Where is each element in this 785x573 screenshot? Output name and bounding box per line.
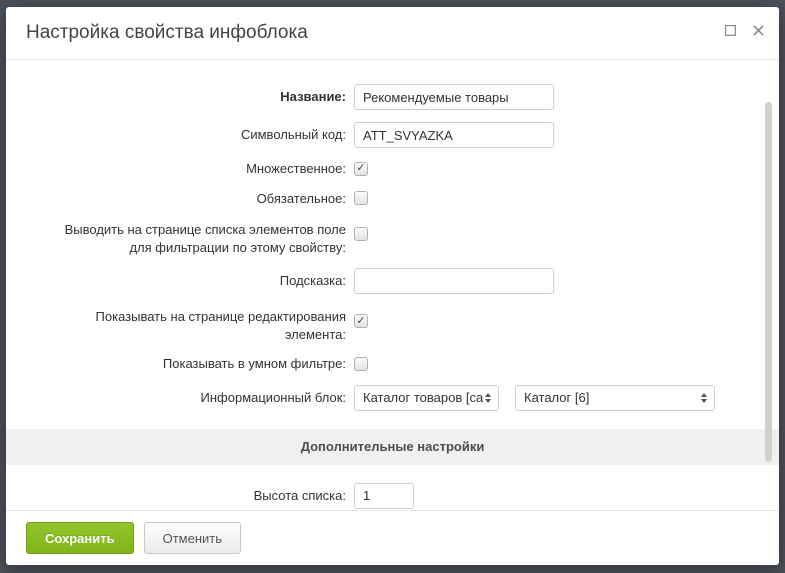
input-list-height[interactable] bbox=[354, 483, 414, 509]
select-iblock-value: Каталог [6] bbox=[524, 390, 589, 405]
row-required: Обязательное: bbox=[46, 190, 739, 208]
dialog-title: Настройка свойства инфоблока bbox=[26, 22, 308, 44]
row-multiple: Множественное: bbox=[46, 160, 739, 178]
label-smart-filter: Показывать в умном фильтре: bbox=[46, 355, 354, 373]
label-list-height: Высота списка: bbox=[46, 487, 354, 505]
label-show-on-edit: Показывать на странице редактирования эл… bbox=[46, 306, 354, 343]
row-hint: Подсказка: bbox=[46, 268, 739, 294]
label-required: Обязательное: bbox=[46, 190, 354, 208]
row-smart-filter: Показывать в умном фильтре: bbox=[46, 355, 739, 373]
input-hint[interactable] bbox=[354, 268, 554, 294]
row-name: Название: bbox=[46, 84, 739, 110]
scrollbar[interactable] bbox=[765, 102, 772, 462]
cancel-button[interactable]: Отменить bbox=[144, 522, 241, 554]
label-hint: Подсказка: bbox=[46, 272, 354, 290]
save-button[interactable]: Сохранить bbox=[26, 522, 134, 554]
title-bar: Настройка свойства инфоблока bbox=[6, 7, 779, 60]
checkbox-multiple[interactable] bbox=[354, 162, 368, 176]
dialog-footer: Сохранить Отменить bbox=[6, 510, 779, 565]
checkbox-required[interactable] bbox=[354, 191, 368, 205]
maximize-icon[interactable] bbox=[723, 23, 737, 37]
row-code: Символьный код: bbox=[46, 122, 739, 148]
input-code[interactable] bbox=[354, 122, 554, 148]
row-iblock: Информационный блок: Каталог товаров [ca… bbox=[46, 385, 739, 411]
select-iblock-type[interactable]: Каталог товаров [ca bbox=[354, 385, 499, 411]
label-iblock: Информационный блок: bbox=[46, 389, 354, 407]
label-filter-on-list: Выводить на странице списка элементов по… bbox=[46, 219, 354, 256]
label-name: Название: bbox=[46, 88, 354, 106]
chevron-updown-icon bbox=[698, 389, 710, 407]
label-multiple: Множественное: bbox=[46, 160, 354, 178]
checkbox-filter-on-list[interactable] bbox=[354, 227, 368, 241]
dialog-body[interactable]: Название: Символьный код: Множественное:… bbox=[6, 60, 779, 510]
section-additional: Дополнительные настройки bbox=[6, 429, 779, 465]
checkbox-smart-filter[interactable] bbox=[354, 357, 368, 371]
row-filter-on-list: Выводить на странице списка элементов по… bbox=[46, 219, 739, 256]
chevron-updown-icon bbox=[482, 389, 494, 407]
dialog-window: Настройка свойства инфоблока Название: С… bbox=[6, 7, 779, 565]
checkbox-show-on-edit[interactable] bbox=[354, 314, 368, 328]
close-icon[interactable] bbox=[751, 23, 765, 37]
section-additional-title: Дополнительные настройки bbox=[301, 439, 485, 454]
input-name[interactable] bbox=[354, 84, 554, 110]
row-show-on-edit: Показывать на странице редактирования эл… bbox=[46, 306, 739, 343]
label-code: Символьный код: bbox=[46, 126, 354, 144]
select-iblock[interactable]: Каталог [6] bbox=[515, 385, 715, 411]
select-iblock-type-value: Каталог товаров [ca bbox=[363, 390, 483, 405]
row-list-height: Высота списка: bbox=[46, 483, 739, 509]
window-controls bbox=[723, 23, 765, 37]
